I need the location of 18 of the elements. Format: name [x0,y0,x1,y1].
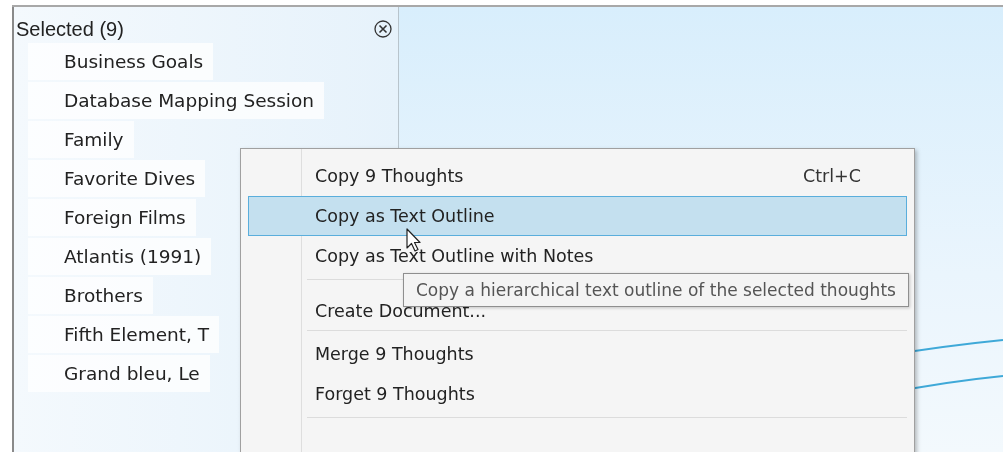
thought-item[interactable]: Fifth Element, T [28,316,220,353]
menu-item[interactable]: Merge 9 Thoughts [248,334,907,374]
thought-item[interactable]: Grand bleu, Le [28,355,210,392]
thought-item[interactable]: Favorite Dives [28,160,206,197]
tooltip: Copy a hierarchical text outline of the selected thoughts [403,273,909,307]
thought-item[interactable]: Atlantis (1991) [28,238,212,275]
shortcut-label: Ctrl+C [802,166,861,186]
thought-item[interactable]: Business Goals [28,43,214,80]
panel-title: Selected (9) [16,17,124,41]
thought-item[interactable]: Database Mapping Session [28,82,324,119]
menu-item[interactable]: Copy 9 Thoughts Ctrl+C [248,156,907,196]
thought-item[interactable]: Brothers [28,277,153,314]
menu-item[interactable]: Forget 9 Thoughts [248,374,907,414]
thought-item[interactable]: Foreign Films [28,199,196,236]
menu-item[interactable]: Copy as Text Outline [248,196,907,236]
menu-item[interactable]: Copy as Text Outline with Notes [248,236,907,276]
thought-item[interactable]: Family [28,121,134,158]
close-icon[interactable] [374,20,392,38]
